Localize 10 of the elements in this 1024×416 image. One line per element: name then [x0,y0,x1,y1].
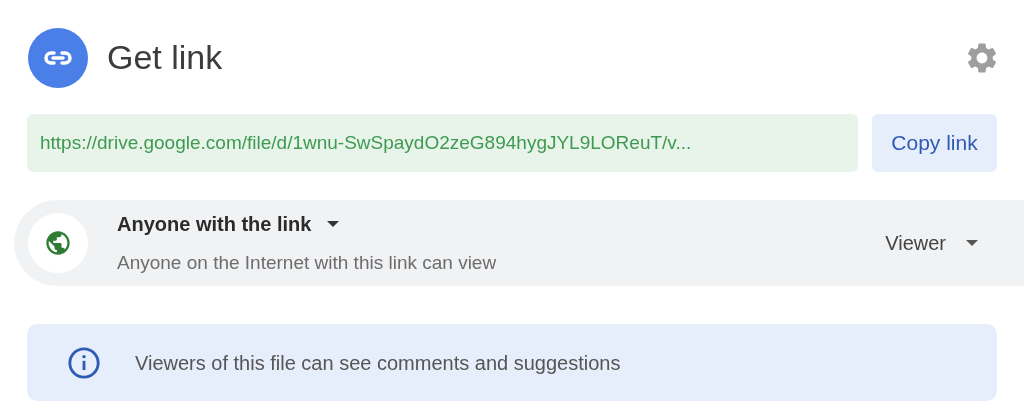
access-scope-dropdown[interactable]: Anyone with the link [117,208,497,239]
copy-link-button[interactable]: Copy link [872,114,997,172]
caret-icon [966,240,978,246]
access-description: Anyone on the Internet with this link can view [117,250,497,275]
info-icon [67,345,101,380]
globe-icon [28,213,88,273]
role-dropdown[interactable]: Viewer [885,228,978,258]
caret-icon [327,220,340,227]
dialog-title: Get link [107,37,223,78]
notice-text: Viewers of this file can see comments and suggestions [135,350,621,376]
